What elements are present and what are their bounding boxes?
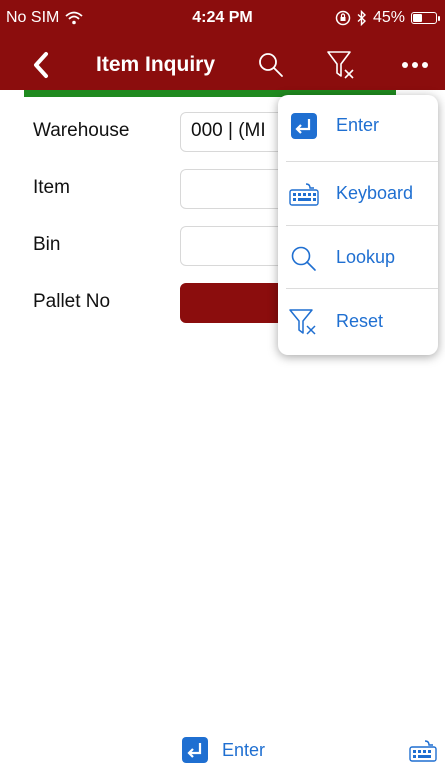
- rotation-lock-icon: [335, 10, 351, 26]
- menu-divider: [286, 288, 438, 289]
- more-icon[interactable]: [395, 52, 435, 78]
- menu-item-keyboard[interactable]: Keyboard: [278, 163, 438, 225]
- menu-item-label: Keyboard: [336, 183, 414, 203]
- menu-divider: [286, 225, 438, 226]
- warehouse-label: Warehouse: [33, 120, 130, 141]
- menu-item-label: Reset: [336, 311, 384, 331]
- search-icon[interactable]: [256, 50, 286, 80]
- actions-menu: Enter Keyboard Lookup Reset: [278, 95, 438, 355]
- menu-divider: [286, 161, 438, 162]
- keyboard-icon[interactable]: [409, 738, 437, 764]
- battery-percent: 45%: [372, 9, 405, 26]
- menu-item-label: Lookup: [336, 247, 396, 267]
- battery-fill: [413, 14, 422, 22]
- nav-bar: Item Inquiry: [0, 40, 445, 90]
- item-label: Item: [33, 177, 70, 198]
- search-icon: [291, 246, 316, 271]
- filter-reset-icon[interactable]: [325, 49, 357, 81]
- menu-item-enter[interactable]: Enter: [278, 95, 438, 157]
- chevron-left-icon[interactable]: [22, 48, 62, 82]
- keyboard-icon: [289, 183, 319, 206]
- bin-label: Bin: [33, 234, 61, 255]
- enter-button-label: Enter: [222, 739, 266, 760]
- enter-icon: [182, 737, 208, 763]
- enter-button[interactable]: Enter: [182, 735, 265, 765]
- enter-icon: [291, 113, 317, 139]
- page-title: Item Inquiry: [96, 53, 216, 76]
- menu-item-label: Enter: [336, 115, 380, 135]
- menu-item-reset[interactable]: Reset: [278, 291, 438, 353]
- battery-icon: [411, 12, 440, 24]
- bottom-toolbar: Enter: [0, 725, 445, 784]
- status-bar: No SIM 4:24 PM 45%: [0, 0, 445, 40]
- bluetooth-icon: [357, 10, 366, 26]
- filter-reset-icon: [289, 309, 316, 335]
- menu-item-lookup[interactable]: Lookup: [278, 227, 438, 289]
- pallet-label: Pallet No: [33, 291, 111, 312]
